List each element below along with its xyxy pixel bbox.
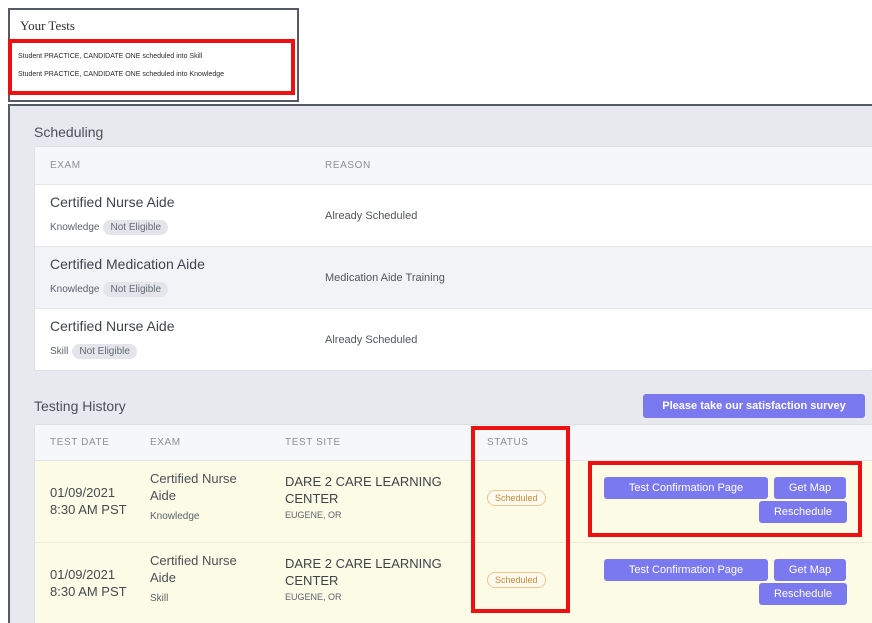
status-badge: Scheduled [487,490,546,506]
exam-name-line: Aide [150,570,177,585]
exam-name: Certified Medication Aide [50,256,205,272]
test-date: 01/09/2021 [50,567,116,582]
exam-type: Skill [150,593,169,604]
your-tests-item: Student PRACTICE, CANDIDATE ONE schedule… [18,71,225,78]
test-site-location: EUGENE, OR [285,510,342,520]
testing-history-header: TEST DATE EXAM TEST SITE STATUS [35,425,872,461]
scheduling-table-header: EXAM REASON [35,147,872,185]
column-header-exam: EXAM [150,437,181,448]
get-map-button[interactable]: Get Map [774,559,846,581]
reschedule-button[interactable]: Reschedule [759,583,847,605]
your-tests-list: Student PRACTICE, CANDIDATE ONE schedule… [18,48,291,84]
satisfaction-survey-button[interactable]: Please take our satisfaction survey [643,394,865,418]
scheduling-table: EXAM REASON Certified Nurse Aide Knowled… [34,146,872,371]
test-confirmation-button[interactable]: Test Confirmation Page [604,477,768,499]
column-header-status: STATUS [487,437,529,448]
test-confirmation-button[interactable]: Test Confirmation Page [604,559,768,581]
eligibility-badge: Not Eligible [103,220,169,235]
column-header-exam: EXAM [50,160,81,171]
get-map-button[interactable]: Get Map [774,477,846,499]
eligibility-badge: Not Eligible [72,344,137,359]
main-panel: Scheduling EXAM REASON Certified Nurse A… [8,104,872,623]
column-header-reason: REASON [325,160,371,171]
exam-name-line: Certified Nurse [150,553,237,568]
exam-name-line: Aide [150,488,177,503]
reason-text: Already Scheduled [325,210,418,222]
test-site-name: CENTER [285,491,339,506]
exam-name: Certified Nurse Aide [50,318,175,334]
scheduling-title: Scheduling [34,124,104,140]
test-time: 8:30 AM PST [50,584,127,599]
column-header-test-site: TEST SITE [285,437,341,448]
testing-history-table: TEST DATE EXAM TEST SITE STATUS 01/09/20… [34,424,872,623]
reason-text: Medication Aide Training [325,272,445,284]
column-header-test-date: TEST DATE [50,437,110,448]
test-site-name: DARE 2 CARE LEARNING [285,474,442,489]
reschedule-button[interactable]: Reschedule [759,501,847,523]
test-site-name: DARE 2 CARE LEARNING [285,556,442,571]
test-site-name: CENTER [285,573,339,588]
table-row: Certified Medication Aide Knowledge Not … [35,247,872,309]
exam-type: Knowledge [150,511,200,522]
exam-name-line: Certified Nurse [150,471,237,486]
exam-name: Certified Nurse Aide [50,194,175,210]
test-site-location: EUGENE, OR [285,592,342,602]
exam-type: Skill [50,346,69,357]
table-row: 01/09/2021 8:30 AM PST Certified Nurse A… [35,543,872,623]
testing-history-title: Testing History [34,398,126,414]
exam-type: Knowledge [50,222,100,233]
reason-text: Already Scheduled [325,334,418,346]
your-tests-item: Student PRACTICE, CANDIDATE ONE schedule… [18,53,203,60]
table-row: Certified Nurse Aide Knowledge Not Eligi… [35,185,872,247]
eligibility-badge: Not Eligible [103,282,169,297]
test-date: 01/09/2021 [50,485,116,500]
your-tests-panel: Your Tests Student PRACTICE, CANDIDATE O… [8,8,299,102]
test-time: 8:30 AM PST [50,502,127,517]
exam-type: Knowledge [50,284,100,295]
your-tests-title: Your Tests [20,18,75,33]
table-row: 01/09/2021 8:30 AM PST Certified Nurse A… [35,461,872,543]
table-row: Certified Nurse Aide Skill Not Eligible … [35,309,872,371]
status-badge: Scheduled [487,572,546,588]
